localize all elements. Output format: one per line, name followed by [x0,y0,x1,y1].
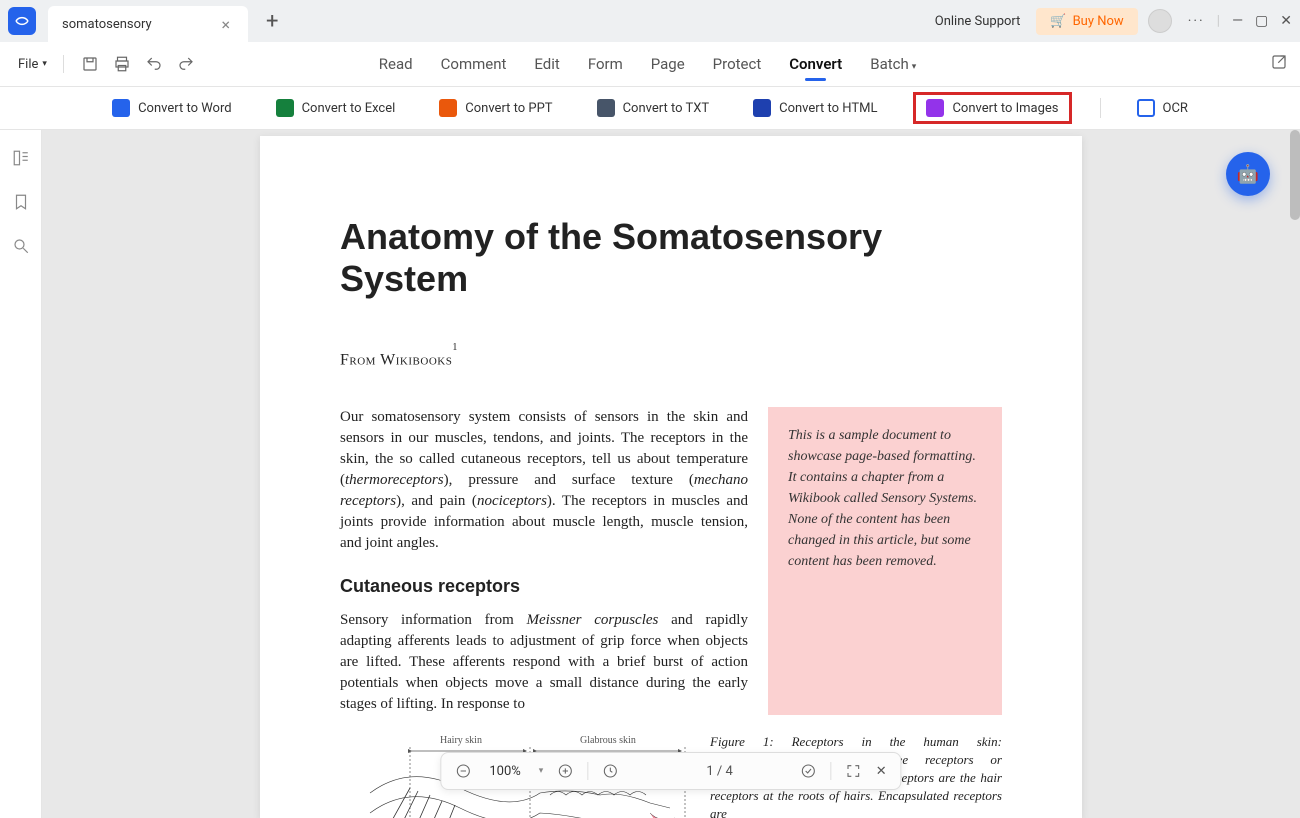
thumbnails-icon[interactable] [11,148,31,168]
buy-now-button[interactable]: 🛒 Buy Now [1036,8,1137,35]
note-box: This is a sample document to showcase pa… [768,407,1002,714]
fig-label: Hairy skin [440,735,482,746]
online-support-link[interactable]: Online Support [929,14,1027,29]
document-canvas[interactable]: Anatomy of the Somatosensory System From… [42,130,1300,818]
divider [831,762,832,780]
pdf-page: Anatomy of the Somatosensory System From… [260,136,1082,818]
tab-convert[interactable]: Convert [789,49,842,79]
save-icon[interactable] [78,52,102,76]
tab-read[interactable]: Read [379,49,413,79]
new-tab-button[interactable]: + [266,9,278,34]
document-subtitle: From Wikibooks1 [340,350,1002,369]
section-heading: Cutaneous receptors [340,574,748,599]
ai-assistant-button[interactable]: 🤖 [1226,152,1270,196]
file-menu[interactable]: File ▾ [12,57,53,72]
divider [63,55,64,73]
fig-label: Glabrous skin [580,735,636,746]
minimize-icon[interactable]: — [1232,13,1243,29]
image-icon [926,99,944,117]
app-logo[interactable] [8,7,36,35]
robot-icon: 🤖 [1237,164,1259,185]
tab-title: somatosensory [62,17,217,32]
tab-page[interactable]: Page [651,49,685,79]
tab-edit[interactable]: Edit [534,49,559,79]
rotate-button[interactable] [602,763,618,779]
tab-batch[interactable]: Batch▾ [870,49,916,79]
fullscreen-button[interactable] [846,763,862,779]
document-title: Anatomy of the Somatosensory System [340,216,1002,300]
zoom-out-button[interactable] [455,763,471,779]
more-icon[interactable]: ··· [1188,13,1205,29]
ocr-button[interactable]: OCR [1129,93,1196,123]
user-avatar[interactable] [1148,9,1172,33]
zoom-level[interactable]: 100% [485,764,524,779]
body-column: Our somatosensory system consists of sen… [340,407,748,714]
bookmark-icon[interactable] [11,192,31,212]
main-toolbar: File ▾ Read Comment Edit Form Page Prote… [0,42,1300,87]
fit-view-button[interactable] [801,763,817,779]
convert-to-txt[interactable]: Convert to TXT [589,93,718,123]
zoom-in-button[interactable] [557,763,573,779]
undo-icon[interactable] [142,52,166,76]
share-icon[interactable] [1270,53,1288,75]
ocr-icon [1137,99,1155,117]
maximize-icon[interactable]: ▢ [1255,13,1268,29]
chevron-down-icon[interactable]: ▾ [539,766,544,776]
tab-comment[interactable]: Comment [441,49,507,79]
word-icon [112,99,130,117]
page-indicator[interactable]: 1 / 4 [706,764,732,779]
close-window-icon[interactable]: ✕ [1280,13,1292,29]
convert-to-excel[interactable]: Convert to Excel [268,93,404,123]
search-icon[interactable] [11,236,31,256]
divider [587,762,588,780]
titlebar: somatosensory × + Online Support 🛒 Buy N… [0,0,1300,42]
chevron-down-icon: ▾ [912,62,917,72]
convert-to-html[interactable]: Convert to HTML [745,93,885,123]
convert-to-word[interactable]: Convert to Word [104,93,240,123]
convert-to-images[interactable]: Convert to Images [913,92,1071,124]
ppt-icon [439,99,457,117]
convert-toolbar: Convert to Word Convert to Excel Convert… [0,87,1300,130]
tab-form[interactable]: Form [588,49,623,79]
scrollbar[interactable] [1290,130,1300,220]
redo-icon[interactable] [174,52,198,76]
left-sidebar [0,130,42,818]
bottom-toolbar: 100% ▾ 1 / 4 ✕ [440,752,901,790]
chevron-down-icon: ▾ [42,59,47,69]
txt-icon [597,99,615,117]
cart-icon: 🛒 [1050,14,1066,29]
main-tabs: Read Comment Edit Form Page Protect Conv… [379,49,916,79]
print-icon[interactable] [110,52,134,76]
divider [1100,98,1101,118]
window-divider: | [1217,13,1220,29]
document-tab[interactable]: somatosensory × [48,6,248,42]
excel-icon [276,99,294,117]
html-icon [753,99,771,117]
close-toolbar-button[interactable]: ✕ [876,764,887,779]
tab-protect[interactable]: Protect [713,49,762,79]
convert-to-ppt[interactable]: Convert to PPT [431,93,560,123]
close-tab-icon[interactable]: × [217,15,234,34]
